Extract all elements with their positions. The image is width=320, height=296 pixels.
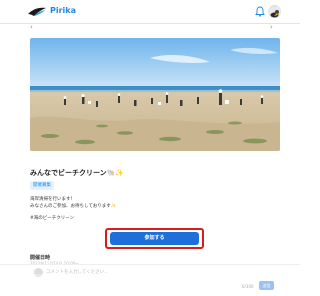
status-tag: 開催募集 xyxy=(30,181,54,190)
send-button[interactable]: 送信 xyxy=(259,281,274,290)
brand-name[interactable]: Pirika xyxy=(50,6,76,15)
next-arrow-icon[interactable]: › xyxy=(270,23,273,31)
join-button[interactable]: 参加する xyxy=(110,232,199,245)
bird-logo-icon[interactable] xyxy=(28,7,46,17)
character-counter: 0/300 xyxy=(242,284,254,289)
previous-arrow-icon[interactable]: ‹ xyxy=(30,23,33,31)
post-title: みんなでビーチクリーン🐚✨ xyxy=(30,169,125,177)
beach-cleanup-photo xyxy=(30,38,280,151)
post-body-line: 海岸清掃を行います！ xyxy=(30,197,75,202)
post-hashtag[interactable]: #海のビーチクリーン xyxy=(30,215,74,221)
post-body-line: みなさんのご参加、お待ちしております✨ xyxy=(30,204,117,209)
event-date-heading: 開催日時 xyxy=(30,255,51,261)
user-avatar[interactable] xyxy=(268,5,281,18)
bell-icon[interactable] xyxy=(255,6,265,17)
commenter-avatar xyxy=(34,268,43,277)
comment-input[interactable] xyxy=(46,267,254,278)
top-header: Pirika xyxy=(0,0,300,24)
